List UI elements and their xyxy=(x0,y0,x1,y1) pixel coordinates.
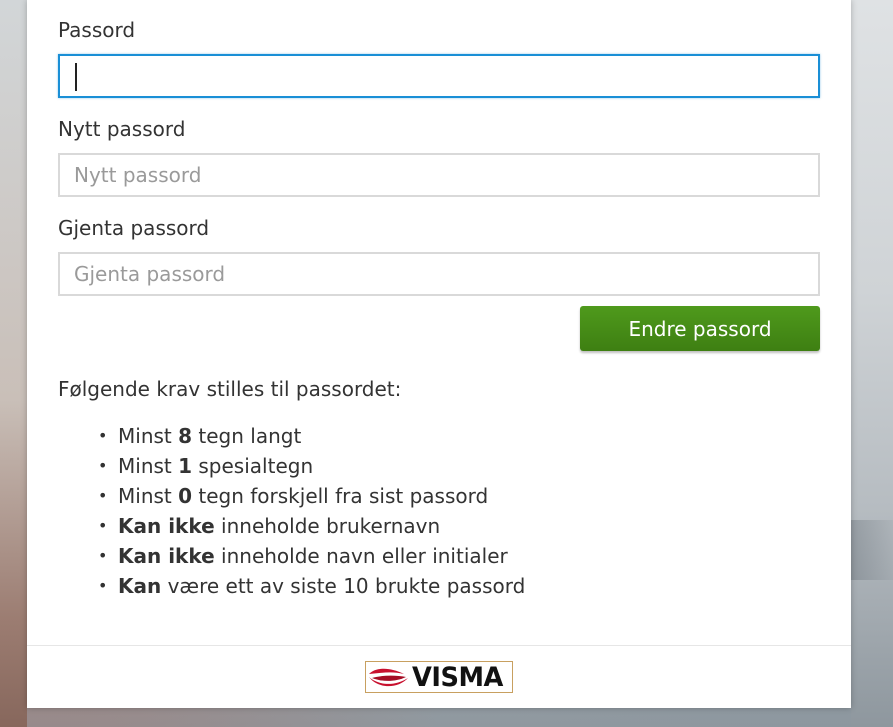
footer-divider xyxy=(27,645,851,646)
background-right xyxy=(851,0,893,727)
password-input[interactable] xyxy=(60,56,818,96)
bullet-icon: • xyxy=(98,546,108,565)
change-password-button[interactable]: Endre passord xyxy=(580,306,820,351)
new-password-field[interactable] xyxy=(58,153,820,197)
repeat-password-field[interactable] xyxy=(58,252,820,296)
password-field[interactable] xyxy=(58,54,820,98)
requirement-item: • Minst 1 spesialtegn xyxy=(98,451,525,481)
requirement-item: • Minst 8 tegn langt xyxy=(98,421,525,451)
bullet-icon: • xyxy=(98,516,108,535)
bullet-icon: • xyxy=(98,576,108,595)
requirement-item: • Kan ikke inneholde brukernavn xyxy=(98,511,525,541)
background-left xyxy=(0,0,27,727)
text-caret xyxy=(75,63,77,91)
visma-logo-text: VISMA xyxy=(412,662,503,693)
requirements-intro: Følgende krav stilles til passordet: xyxy=(58,377,402,401)
requirement-item: • Minst 0 tegn forskjell fra sist passord xyxy=(98,481,525,511)
new-password-label: Nytt passord xyxy=(58,117,186,141)
repeat-password-label: Gjenta passord xyxy=(58,216,210,240)
visma-logo-icon xyxy=(369,668,408,687)
requirements-list: • Minst 8 tegn langt • Minst 1 spesialtegn… xyxy=(98,421,525,601)
requirement-item: • Kan ikke inneholde navn eller initialer xyxy=(98,541,525,571)
bullet-icon: • xyxy=(98,456,108,475)
bullet-icon: • xyxy=(98,426,108,445)
repeat-password-input[interactable] xyxy=(60,254,818,294)
password-label: Passord xyxy=(58,18,136,42)
change-password-card: Passord Nytt passord Gjenta passord Endr… xyxy=(27,0,851,708)
visma-logo: VISMA xyxy=(365,661,513,693)
requirement-item: • Kan være ett av siste 10 brukte passord xyxy=(98,571,525,601)
new-password-input[interactable] xyxy=(60,155,818,195)
bullet-icon: • xyxy=(98,486,108,505)
